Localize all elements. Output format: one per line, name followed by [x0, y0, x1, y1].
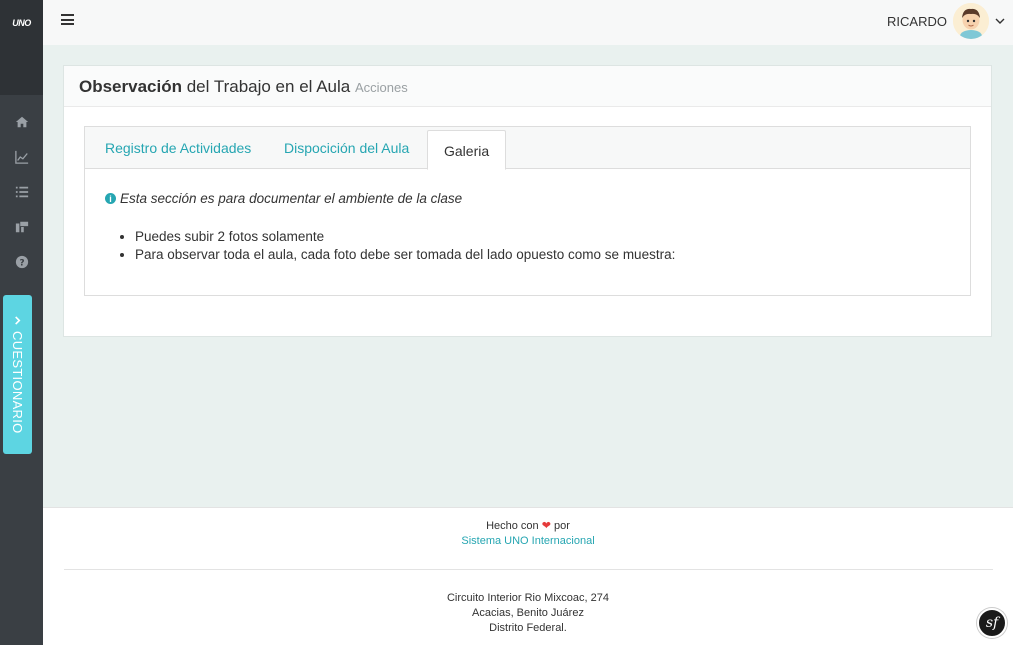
uno-logo[interactable]: UNO: [12, 18, 31, 95]
menu-toggle-icon[interactable]: [61, 14, 74, 25]
footer: Hecho con ❤ por Sistema UNO Internaciona…: [43, 507, 1013, 645]
observation-card: Observación del Trabajo en el Aula Accio…: [63, 65, 992, 337]
footer-divider: [63, 569, 993, 570]
avatar: [953, 3, 989, 39]
home-icon[interactable]: [14, 114, 30, 130]
list-item: Para observar toda el aula, cada foto de…: [135, 246, 950, 264]
sidebar: UNO ? CUESTIONARIO: [0, 0, 43, 645]
symfony-debug-badge[interactable]: sf: [977, 608, 1007, 638]
top-bar: RICARDO: [43, 0, 1013, 45]
logo-area: UNO: [0, 0, 43, 95]
user-menu[interactable]: RICARDO: [887, 3, 1005, 39]
heart-icon: ❤: [541, 520, 551, 532]
instructions-list: Puedes subir 2 fotos solamente Para obse…: [135, 228, 950, 264]
tab-galeria[interactable]: Galeria: [427, 130, 507, 170]
svg-text:?: ?: [19, 259, 24, 269]
made-prefix: Hecho con: [486, 520, 539, 532]
tabs-panel: Registro de Actividades Dispocición del …: [84, 126, 971, 296]
page-subtitle: Acciones: [354, 80, 408, 95]
tab-content-galeria: i Esta sección es para documentar el amb…: [85, 169, 970, 286]
tab-registro-actividades[interactable]: Registro de Actividades: [89, 127, 267, 169]
tab-disposicion-aula[interactable]: Dispocición del Aula: [268, 127, 425, 169]
cuestionario-label: CUESTIONARIO: [10, 330, 25, 434]
list-item: Puedes subir 2 fotos solamente: [135, 228, 950, 246]
user-name: RICARDO: [887, 13, 947, 29]
tasks-icon[interactable]: [14, 219, 30, 235]
page-title: Observación del Trabajo en el Aula Accio…: [64, 66, 991, 107]
info-note: i Esta sección es para documentar el amb…: [105, 191, 950, 206]
address-line: Circuito Interior Rio Mixcoac, 274: [446, 592, 609, 604]
made-suffix: por: [554, 520, 570, 532]
address: Circuito Interior Rio Mixcoac, 274 Acaci…: [43, 591, 1013, 636]
made-with: Hecho con ❤ por Sistema UNO Internaciona…: [43, 519, 1013, 549]
cuestionario-tab[interactable]: CUESTIONARIO: [3, 295, 32, 454]
info-icon: i: [105, 193, 116, 204]
chart-line-icon[interactable]: [14, 149, 30, 165]
page-title-rest: del Trabajo en el Aula: [182, 77, 355, 96]
address-line: Acacias, Benito Juárez: [472, 607, 584, 619]
org-link[interactable]: Sistema UNO Internacional: [461, 535, 594, 547]
chevron-down-icon: [995, 18, 1005, 24]
question-circle-icon[interactable]: ?: [14, 254, 30, 270]
page-title-bold: Observación: [79, 77, 182, 96]
tab-bar: Registro de Actividades Dispocición del …: [85, 127, 970, 170]
address-line: Distrito Federal.: [489, 622, 567, 634]
chevron-up-icon: [10, 316, 25, 325]
list-icon[interactable]: [14, 184, 30, 200]
info-note-text: Esta sección es para documentar el ambie…: [120, 191, 463, 206]
